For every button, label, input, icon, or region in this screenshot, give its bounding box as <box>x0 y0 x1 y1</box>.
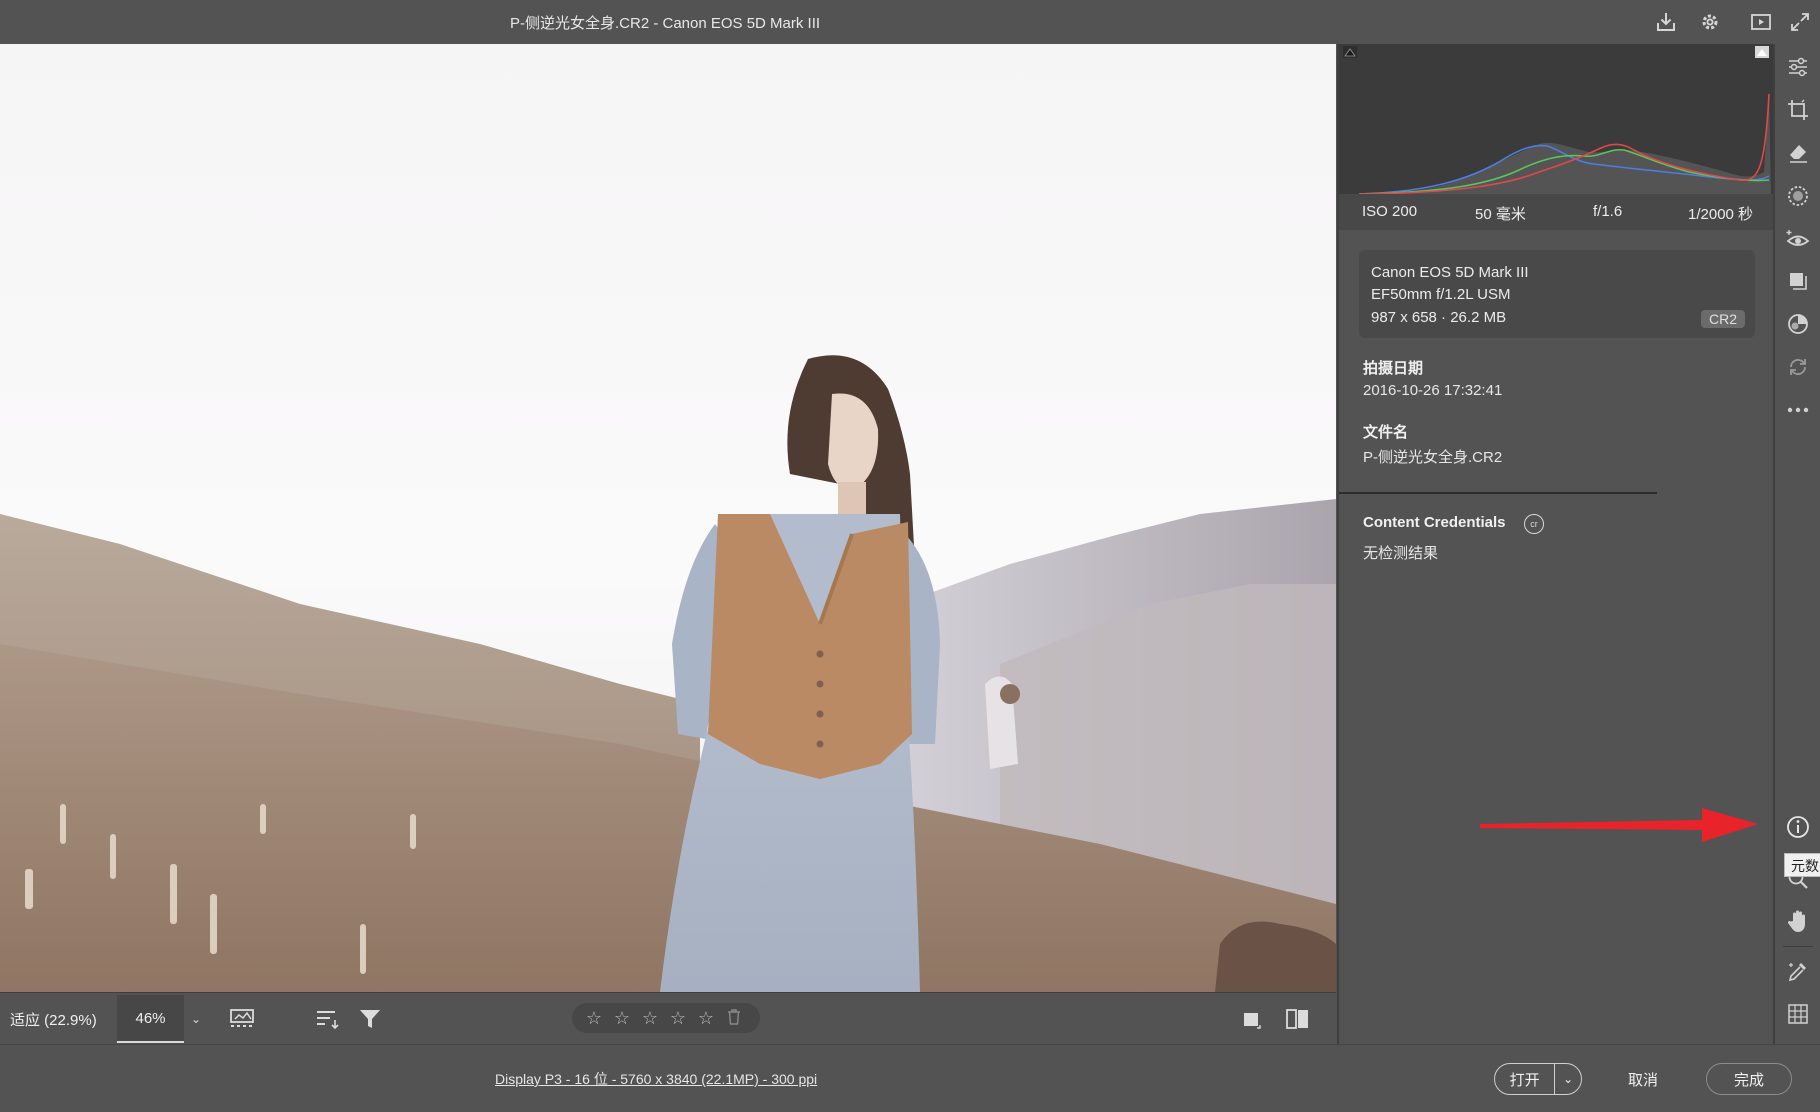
download-icon[interactable] <box>1652 8 1680 36</box>
play-icon[interactable] <box>1747 8 1775 36</box>
metadata-panel: ISO 200 50 毫米 f/1.6 1/2000 秒 Canon EOS 5… <box>1337 44 1775 1044</box>
aperture-value: f/1.6 <box>1593 203 1623 220</box>
star-2-icon[interactable]: ☆ <box>612 1003 632 1033</box>
capture-date-label: 拍摄日期 <box>1363 360 1424 377</box>
star-4-icon[interactable]: ☆ <box>668 1003 688 1033</box>
camera-info-card: Canon EOS 5D Mark III EF50mm f/1.2L USM … <box>1359 250 1755 338</box>
bottom-toolbar: 适应 (22.9%) 46% ⌄ ☆ ☆ ☆ ☆ ☆ <box>0 992 1336 1044</box>
color-icon[interactable] <box>1783 309 1813 339</box>
window-title: P-侧逆光女全身.CR2 - Canon EOS 5D Mark III <box>510 15 821 32</box>
crop-icon[interactable] <box>1783 95 1813 125</box>
expand-icon[interactable] <box>1786 8 1814 36</box>
zoom-chevron-down-icon[interactable]: ⌄ <box>188 1009 204 1029</box>
annotation-arrow-icon <box>1480 808 1758 842</box>
star-rating[interactable]: ☆ ☆ ☆ ☆ ☆ <box>572 1003 760 1033</box>
cancel-button[interactable]: 取消 <box>1628 1069 1658 1090</box>
metadata-info-icon[interactable] <box>1783 812 1813 842</box>
open-dropdown-chevron-icon[interactable]: ⌄ <box>1555 1072 1581 1086</box>
open-button-label[interactable]: 打开 <box>1495 1069 1554 1090</box>
tool-strip-divider <box>1783 946 1813 947</box>
more-icon[interactable] <box>1783 395 1813 425</box>
lens-model: EF50mm f/1.2L USM <box>1371 286 1511 303</box>
eyedropper-icon[interactable] <box>1783 956 1813 986</box>
raw-editor-window: P-侧逆光女全身.CR2 - Canon EOS 5D Mark III 适应 … <box>0 0 1820 1112</box>
sort-icon[interactable] <box>312 1005 342 1033</box>
filename-label: 文件名 <box>1363 424 1409 441</box>
grid-icon[interactable] <box>1783 999 1813 1029</box>
mask-icon[interactable] <box>1783 181 1813 211</box>
capture-date-value: 2016-10-26 17:32:41 <box>1363 382 1503 399</box>
camera-model: Canon EOS 5D Mark III <box>1371 264 1529 281</box>
star-1-icon[interactable]: ☆ <box>584 1003 604 1033</box>
open-button[interactable]: 打开 ⌄ <box>1494 1063 1582 1095</box>
format-badge: CR2 <box>1700 310 1745 328</box>
trash-icon[interactable] <box>724 1008 744 1028</box>
workflow-options-link[interactable]: Display P3 - 16 位 - 5760 x 3840 (22.1MP)… <box>495 1069 817 1089</box>
histogram <box>1339 44 1775 196</box>
done-button[interactable]: 完成 <box>1706 1063 1792 1095</box>
metadata-tooltip: 元数 <box>1784 853 1820 877</box>
status-bar: Display P3 - 16 位 - 5760 x 3840 (22.1MP)… <box>0 1044 1820 1112</box>
content-credentials-value: 无检测结果 <box>1363 545 1439 562</box>
iso-value: ISO 200 <box>1362 203 1418 220</box>
photo-canvas[interactable] <box>0 44 1336 992</box>
filmstrip-icon[interactable] <box>228 1005 258 1033</box>
exif-summary: ISO 200 50 毫米 f/1.6 1/2000 秒 <box>1339 194 1775 230</box>
filter-icon[interactable] <box>355 1005 385 1033</box>
gear-icon[interactable] <box>1696 8 1724 36</box>
image-size: 987 x 658 · 26.2 MB <box>1371 309 1507 326</box>
eraser-icon[interactable] <box>1783 138 1813 168</box>
single-view-icon[interactable] <box>1237 1005 1267 1033</box>
presets-icon[interactable] <box>1783 266 1813 296</box>
star-3-icon[interactable]: ☆ <box>640 1003 660 1033</box>
zoom-percent-field[interactable]: 46% <box>117 995 184 1043</box>
content-credentials-label: Content Credentials <box>1363 514 1506 531</box>
shutter-value: 1/2000 秒 <box>1688 206 1754 223</box>
edit-sliders-icon[interactable] <box>1783 52 1813 82</box>
hand-icon[interactable] <box>1783 906 1813 936</box>
star-5-icon[interactable]: ☆ <box>696 1003 716 1033</box>
panel-divider <box>1339 492 1657 494</box>
tool-strip <box>1773 44 1820 1044</box>
filename-value: P-侧逆光女全身.CR2 <box>1363 449 1503 466</box>
content-credentials-icon[interactable]: cr <box>1524 514 1544 534</box>
compare-view-icon[interactable] <box>1283 1005 1313 1033</box>
zoom-fit-label[interactable]: 适应 (22.9%) <box>10 1009 97 1030</box>
redeye-icon[interactable] <box>1783 224 1813 254</box>
focal-length-value: 50 毫米 <box>1475 206 1526 223</box>
snapshot-icon[interactable] <box>1783 352 1813 382</box>
title-bar: P-侧逆光女全身.CR2 - Canon EOS 5D Mark III <box>0 0 1820 44</box>
photo-image <box>0 44 1336 992</box>
